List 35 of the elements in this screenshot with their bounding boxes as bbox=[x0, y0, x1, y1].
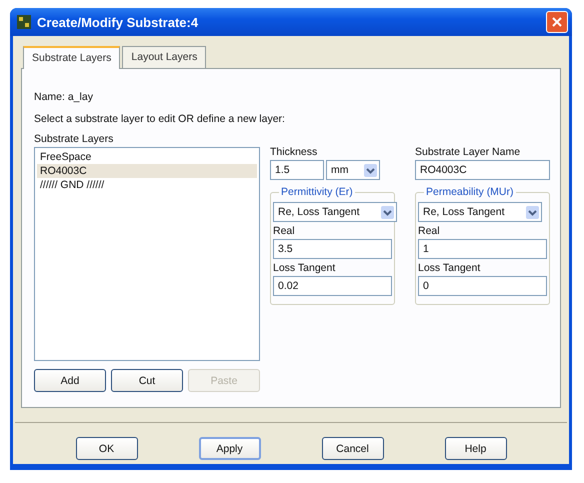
list-item[interactable]: RO4003C bbox=[37, 164, 257, 178]
name-label: Name: a_lay bbox=[34, 91, 94, 103]
input-field[interactable]: 1 bbox=[418, 239, 547, 259]
dialog-button[interactable]: Help bbox=[444, 437, 506, 460]
list-label: Substrate Layers bbox=[34, 133, 114, 145]
tab[interactable]: Substrate Layers bbox=[23, 46, 120, 69]
field-label: Real bbox=[418, 225, 441, 237]
field-label: Loss Tangent bbox=[273, 262, 336, 274]
field-label: Thickness bbox=[270, 146, 318, 158]
group-title: Permeability (MUr) bbox=[424, 186, 516, 198]
close-button[interactable] bbox=[546, 11, 568, 33]
unit-dropdown[interactable]: mm bbox=[326, 160, 380, 180]
input-field[interactable]: 0 bbox=[418, 276, 547, 296]
model-dropdown[interactable]: Re, Loss Tangent bbox=[418, 202, 542, 222]
app-icon bbox=[16, 14, 32, 30]
close-icon bbox=[552, 17, 562, 27]
field-label: Substrate Layer Name bbox=[415, 146, 522, 158]
add-button[interactable]: Add bbox=[34, 369, 106, 392]
field-label: Loss Tangent bbox=[418, 262, 482, 274]
list-item[interactable]: ////// GND ////// bbox=[37, 178, 257, 192]
group-title: Permittivity (Er) bbox=[279, 186, 355, 198]
input-field[interactable]: 3.5 bbox=[273, 239, 392, 259]
window-title: Create/Modify Substrate:4 bbox=[37, 14, 200, 30]
layer-name-field[interactable]: RO4003C bbox=[415, 160, 550, 180]
cut-button[interactable]: Cut bbox=[111, 369, 183, 392]
list-item[interactable]: FreeSpace bbox=[37, 150, 257, 164]
input-field[interactable]: 0.02 bbox=[273, 276, 392, 296]
tab[interactable]: Layout Layers bbox=[122, 46, 206, 68]
model-dropdown[interactable]: Re, Loss Tangent bbox=[273, 202, 397, 222]
thickness-field[interactable]: 1.5 bbox=[270, 160, 324, 180]
dialog-button[interactable]: OK bbox=[76, 437, 138, 460]
dialog-button[interactable]: Cancel bbox=[322, 437, 384, 460]
dialog-button[interactable]: Apply bbox=[198, 437, 260, 460]
field-label: Real bbox=[273, 225, 296, 237]
instruction-text: Select a substrate layer to edit OR define a new layer: bbox=[34, 113, 286, 125]
